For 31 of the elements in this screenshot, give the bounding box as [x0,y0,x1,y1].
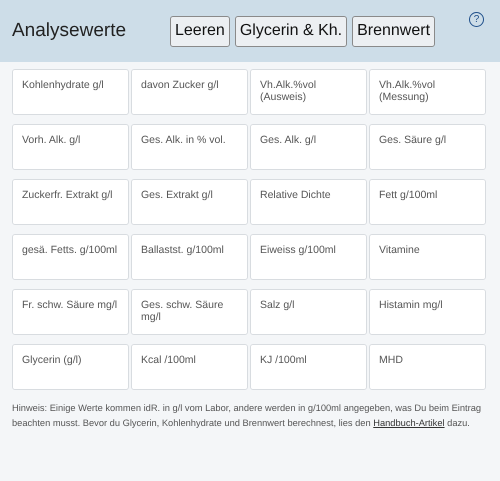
help-icon[interactable]: ? [469,12,484,27]
input-field[interactable]: Vh.Alk.%vol (Ausweis) [250,69,367,115]
input-field[interactable]: Ballastst. g/100ml [131,234,248,280]
input-field[interactable]: Vorh. Alk. g/l [12,124,129,170]
input-field[interactable]: Ges. Alk. in % vol. [131,124,248,170]
input-field[interactable]: Ges. schw. Säure mg/l [131,289,248,335]
input-field[interactable]: Kcal /100ml [131,344,248,390]
input-field[interactable]: Zuckerfr. Extrakt g/l [12,179,129,225]
input-field[interactable]: Ges. Säure g/l [369,124,486,170]
input-field[interactable]: davon Zucker g/l [131,69,248,115]
input-field[interactable]: Fett g/100ml [369,179,486,225]
input-field[interactable]: Vitamine [369,234,486,280]
input-field[interactable]: Ges. Extrakt g/l [131,179,248,225]
input-field[interactable]: gesä. Fetts. g/100ml [12,234,129,280]
input-field[interactable]: Salz g/l [250,289,367,335]
input-field[interactable]: Vh.Alk.%vol (Messung) [369,69,486,115]
manual-link[interactable]: Handbuch-Artikel [373,418,445,428]
action-button[interactable]: Brennwert [352,16,436,46]
action-button[interactable]: Glycerin & Kh. [234,16,348,46]
input-field[interactable]: Fr. schw. Säure mg/l [12,289,129,335]
action-button[interactable]: Leeren [170,16,230,46]
input-field[interactable]: Relative Dichte [250,179,367,225]
input-field[interactable]: Kohlenhydrate g/l [12,69,129,115]
input-field[interactable]: MHD [369,344,486,390]
hint-text: Hinweis: Einige Werte kommen idR. in g/l vom Labor, andere werden in g/100ml angegeben, was Du beim Eintrag beachten musst. Bevor du Glycerin, Kohlenhydrate und Brennwert berechnest, lies den Handbuch-Artikel dazu. [12,402,482,430]
section-title: Analysewerte [12,20,128,42]
input-field[interactable]: Ges. Alk. g/l [250,124,367,170]
input-field[interactable]: Glycerin (g/l) [12,344,129,390]
input-field[interactable]: Histamin mg/l [369,289,486,335]
input-field[interactable]: KJ /100ml [250,344,367,390]
input-field[interactable]: Eiweiss g/100ml [250,234,367,280]
